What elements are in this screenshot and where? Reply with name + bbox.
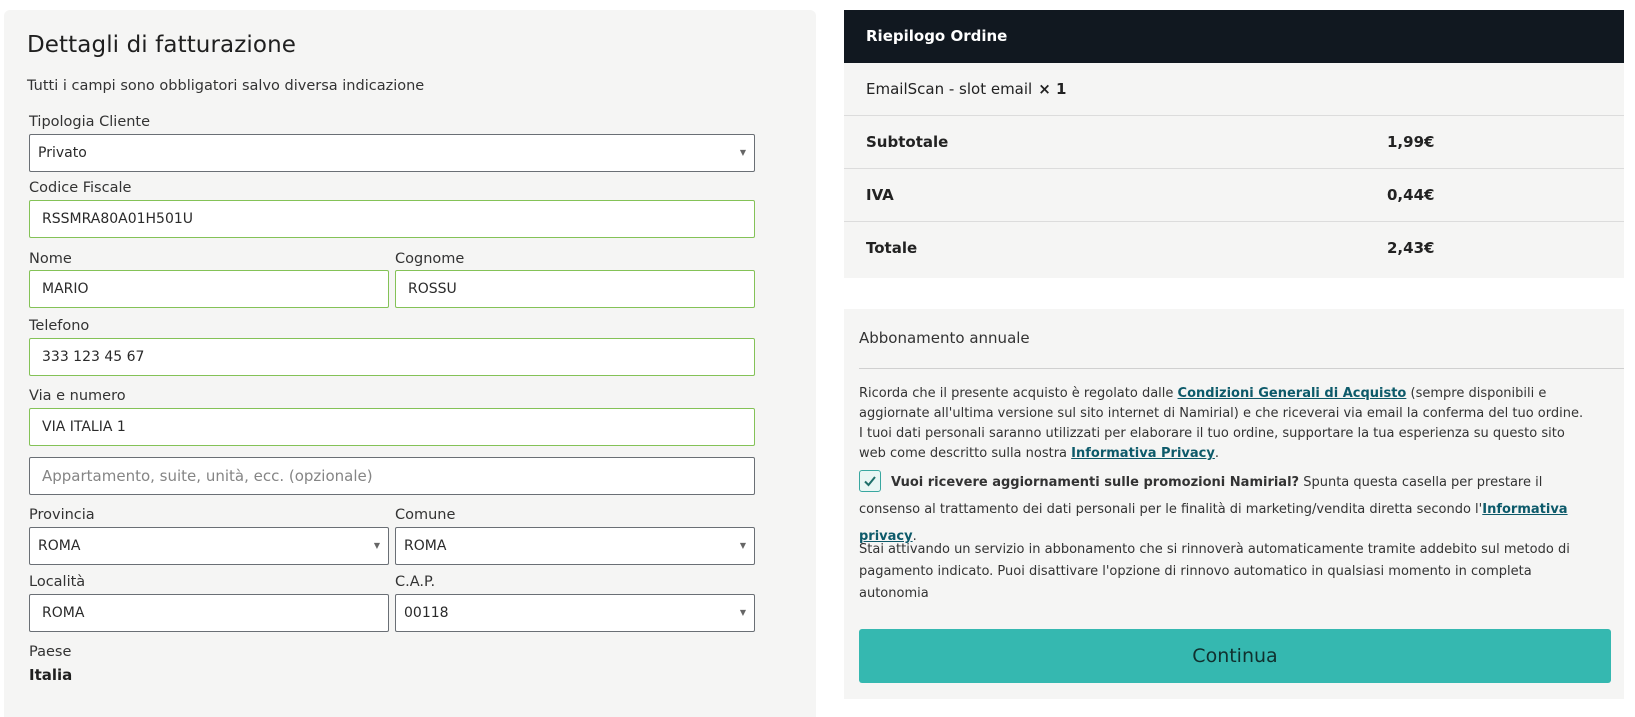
required-fields-note: Tutti i campi sono obbligatori salvo div… — [27, 78, 425, 94]
customer-type-value: Privato — [38, 145, 87, 161]
total-value: 2,43€ — [1387, 239, 1435, 257]
customer-type-label: Tipologia Cliente — [29, 114, 151, 130]
order-summary-title: Riepilogo Ordine — [844, 10, 1624, 63]
postal-code-select[interactable]: 00118 ▼ — [395, 594, 755, 632]
vat-value: 0,44€ — [1387, 186, 1435, 204]
first-name-input[interactable]: MARIO — [29, 270, 389, 308]
phone-input[interactable]: 333 123 45 67 — [29, 338, 755, 376]
phone-label: Telefono — [29, 318, 90, 334]
continue-button[interactable]: Continua — [859, 629, 1611, 683]
marketing-consent-checkbox[interactable] — [859, 469, 881, 492]
province-label: Provincia — [29, 507, 95, 523]
chevron-down-icon: ▼ — [373, 541, 380, 550]
product-line: EmailScan - slot email × 1 — [866, 63, 1066, 116]
privacy-text-suffix: . — [1214, 446, 1219, 461]
marketing-question: Vuoi ricevere aggiornamenti sulle promoz… — [891, 475, 1300, 490]
terms-paragraph: Ricorda che il presente acquisto è regol… — [859, 384, 1594, 464]
product-row: EmailScan - slot email × 1 — [844, 63, 1624, 116]
last-name-input[interactable]: ROSSU — [395, 270, 755, 308]
total-label: Totale — [866, 239, 918, 257]
country-value: Italia — [29, 666, 73, 684]
subtotal-row: Subtotale 1,99€ — [844, 116, 1624, 169]
chevron-down-icon: ▼ — [739, 608, 746, 617]
last-name-label: Cognome — [395, 251, 465, 267]
order-summary-panel: Riepilogo Ordine EmailScan - slot email ×… — [844, 10, 1624, 278]
municipality-select[interactable]: ROMA ▼ — [395, 527, 755, 565]
apartment-input[interactable]: Appartamento, suite, unità, ecc. (opzion… — [29, 457, 755, 495]
renewal-notice: Stai attivando un servizio in abbonament… — [859, 542, 1570, 601]
locality-input[interactable]: ROMA — [29, 594, 389, 632]
vat-label: IVA — [866, 186, 894, 204]
tax-code-label: Codice Fiscale — [29, 180, 132, 196]
divider — [859, 368, 1624, 369]
terms-link[interactable]: Condizioni Generali di Acquisto — [1178, 386, 1407, 401]
subtotal-label: Subtotale — [866, 133, 949, 151]
locality-label: Località — [29, 574, 86, 590]
billing-title: Dettagli di fatturazione — [27, 32, 296, 58]
chevron-down-icon: ▼ — [739, 148, 746, 157]
street-input[interactable]: VIA ITALIA 1 — [29, 408, 755, 446]
street-label: Via e numero — [29, 388, 126, 404]
customer-type-select[interactable]: Privato ▼ — [29, 134, 755, 172]
chevron-down-icon: ▼ — [739, 541, 746, 550]
product-quantity: × 1 — [1038, 80, 1067, 98]
subscription-panel: Abbonamento annuale Ricorda che il prese… — [844, 309, 1624, 699]
billing-details-panel: Dettagli di fatturazione Tutti i campi s… — [4, 10, 816, 717]
municipality-label: Comune — [395, 507, 456, 523]
vat-row: IVA 0,44€ — [844, 169, 1624, 222]
postal-code-label: C.A.P. — [395, 574, 436, 590]
tax-code-input[interactable]: RSSMRA80A01H501U — [29, 200, 755, 238]
total-row: Totale 2,43€ — [844, 222, 1624, 275]
first-name-label: Nome — [29, 251, 72, 267]
privacy-link[interactable]: Informativa Privacy — [1071, 446, 1215, 461]
province-value: ROMA — [38, 538, 81, 554]
country-label: Paese — [29, 644, 72, 660]
subscription-title: Abbonamento annuale — [859, 329, 1030, 347]
product-name: EmailScan - slot email — [866, 80, 1033, 98]
province-select[interactable]: ROMA ▼ — [29, 527, 389, 565]
postal-code-value: 00118 — [404, 605, 449, 621]
marketing-consent: Vuoi ricevere aggiornamenti sulle promoz… — [859, 469, 1594, 550]
subtotal-value: 1,99€ — [1387, 133, 1435, 151]
terms-text: Ricorda che il presente acquisto è regol… — [859, 386, 1178, 401]
municipality-value: ROMA — [404, 538, 447, 554]
checkmark-icon — [864, 475, 876, 486]
